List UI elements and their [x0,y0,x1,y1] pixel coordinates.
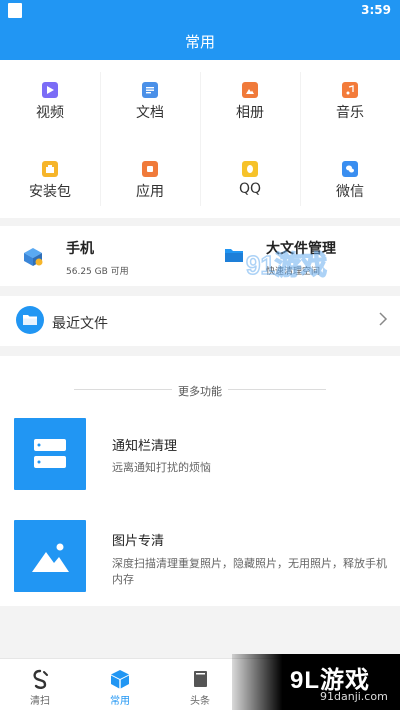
category-label: 相册 [236,105,264,121]
brand-url: 91danji.com [320,690,388,703]
app-icon [142,161,158,177]
phone-storage-label: 手机 [66,241,94,257]
cube-icon [111,670,129,689]
nav-tab-headlines[interactable]: 头条 [160,659,240,710]
qq-icon [242,161,258,177]
status-bar: 3:59 [0,0,400,22]
feature-title: 通知栏清理 [112,439,178,454]
category-label: 文档 [136,105,164,121]
feature-title: 图片专清 [112,534,165,549]
divider [228,389,326,390]
package-icon [42,161,58,177]
page-title: 常用 [184,33,215,51]
category-label: QQ [238,181,262,197]
folder-icon [225,249,243,262]
document-icon [142,82,158,98]
book-icon [194,671,207,687]
category-label: 微信 [336,184,364,200]
notification-clean-icon [14,418,86,490]
category-wechat[interactable]: 微信 [300,139,400,218]
app-bar: 常用 [0,22,400,60]
notification-icon [8,3,22,18]
category-grid: 视频 文档 相册 音乐 安装包 应用 QQ 微信 [0,60,400,218]
category-label: 应用 [136,184,164,200]
watermark-logo: 91游戏 [245,249,327,281]
status-time: 3:59 [361,3,391,17]
feature-description: 远离通知打扰的烦恼 [112,461,211,474]
category-label: 视频 [36,105,64,121]
nav-label: 常用 [110,696,130,707]
brand-watermark: 9L游戏 91danji.com [232,654,400,710]
category-document[interactable]: 文档 [100,60,200,139]
phone-storage-icon [24,248,43,266]
recent-files-row[interactable]: 最近文件 [0,296,400,346]
more-features-title: 更多功能 [178,385,222,398]
clean-icon [33,669,48,689]
video-icon [42,82,58,98]
music-icon [342,82,358,98]
category-label: 音乐 [336,105,364,121]
svg-text:91游戏: 91游戏 [246,250,327,280]
folder-icon [16,306,44,334]
nav-label: 清扫 [30,696,50,707]
nav-tab-clean[interactable]: 清扫 [0,659,80,710]
photo-clean-icon [14,520,86,592]
chevron-right-icon [379,312,388,326]
category-label: 安装包 [29,184,71,200]
category-photo[interactable]: 相册 [200,60,300,139]
more-features-section: 更多功能 通知栏清理 远离通知打扰的烦恼 图片专清 深度扫描清理重复照片，隐藏照… [0,356,400,606]
category-package[interactable]: 安装包 [0,139,100,218]
wechat-icon [342,161,358,177]
feature-description: 深度扫描清理重复照片，隐藏照片，无用照片，释放手机内存 [112,557,387,586]
nav-tab-common[interactable]: 常用 [80,659,160,710]
phone-storage-capacity: 56.25 GB 可用 [66,267,129,277]
category-video[interactable]: 视频 [0,60,100,139]
photo-icon [242,82,258,98]
category-qq[interactable]: QQ [200,139,300,218]
storage-section: 手机 56.25 GB 可用 大文件管理 快速清理空间 [0,226,400,286]
category-app[interactable]: 应用 [100,139,200,218]
nav-label: 头条 [190,696,210,707]
category-music[interactable]: 音乐 [300,60,400,139]
recent-files-label: 最近文件 [52,316,108,332]
